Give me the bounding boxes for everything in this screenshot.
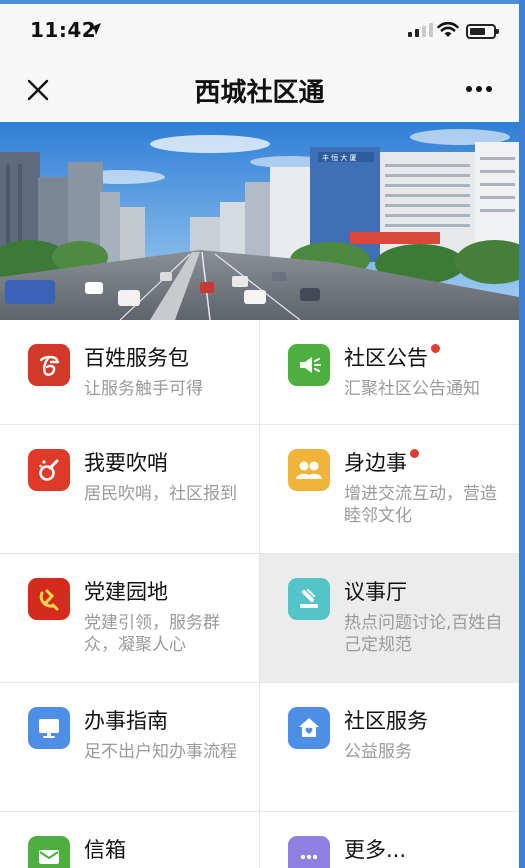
grid-item-title: 办事指南	[84, 709, 168, 733]
grid-item-title: 我要吹哨	[84, 451, 168, 475]
page-title: 西城社区通	[194, 78, 325, 108]
gavel-icon	[288, 578, 330, 620]
grid-item-desc: 热点问题讨论,百姓自己定规范	[344, 613, 503, 655]
grid-item-service-package[interactable]: 百姓服务包 让服务触手可得	[0, 320, 260, 425]
grid-item-community-service[interactable]: 社区服务 公益服务	[260, 683, 519, 812]
people-icon	[288, 449, 330, 491]
more-icon	[288, 836, 330, 868]
city-street-photo: 丰 恒 大 厦	[0, 122, 519, 320]
grid-item-desc: 足不出户知办事流程	[84, 742, 237, 762]
grid-item-title: 更多...	[344, 838, 407, 862]
service-package-icon	[28, 344, 70, 386]
grid-item-mailbox[interactable]: 信箱	[0, 812, 260, 868]
location-arrow-icon	[89, 23, 101, 35]
status-bar: 11:42	[0, 4, 519, 54]
monitor-icon	[28, 707, 70, 749]
megaphone-icon	[288, 344, 330, 386]
grid-item-more[interactable]: 更多...	[260, 812, 519, 868]
notification-badge	[431, 344, 440, 353]
grid-item-whistle[interactable]: 我要吹哨 居民吹哨，社区报到	[0, 425, 260, 554]
whistle-icon	[28, 449, 70, 491]
grid-item-desc: 居民吹哨，社区报到	[84, 484, 237, 504]
grid-item-title: 身边事	[344, 451, 407, 475]
notification-badge	[410, 449, 419, 458]
grid-item-desc: 增进交流互动，营造睦邻文化	[344, 484, 497, 526]
grid-item-title: 党建园地	[84, 580, 168, 604]
grid-item-title: 信箱	[84, 838, 126, 862]
battery-icon	[466, 24, 499, 39]
grid-item-title: 百姓服务包	[84, 346, 189, 370]
party-emblem-icon	[28, 578, 70, 620]
grid-item-party-building[interactable]: 党建园地 党建引领，服务群众，凝聚人心	[0, 554, 260, 683]
status-time: 11:42	[30, 18, 97, 42]
banner-image[interactable]: 丰 恒 大 厦	[0, 122, 519, 320]
grid-item-desc: 公益服务	[344, 742, 412, 762]
grid-item-desc: 汇聚社区公告通知	[344, 379, 480, 399]
grid-item-desc: 党建引领，服务群众，凝聚人心	[84, 613, 220, 655]
grid-item-title: 社区公告	[344, 346, 428, 370]
grid-item-title: 社区服务	[344, 709, 428, 733]
grid-item-nearby-events[interactable]: 身边事 增进交流互动，营造睦邻文化	[260, 425, 519, 554]
wifi-icon	[437, 21, 459, 37]
more-options-icon[interactable]	[466, 86, 492, 92]
navigation-bar: 西城社区通	[0, 54, 519, 122]
building-sign: 丰 恒 大 厦	[322, 153, 357, 162]
cellular-signal-icon	[408, 23, 433, 37]
mail-icon	[28, 836, 70, 868]
grid-item-service-guide[interactable]: 办事指南 足不出户知办事流程	[0, 683, 260, 812]
window-edge	[519, 0, 525, 868]
grid-item-community-notice[interactable]: 社区公告 汇聚社区公告通知	[260, 320, 519, 425]
grid-item-discussion-hall[interactable]: 议事厅 热点问题讨论,百姓自己定规范	[260, 554, 519, 683]
grid-item-title: 议事厅	[344, 580, 407, 604]
grid-item-desc: 让服务触手可得	[84, 379, 203, 399]
service-grid: 百姓服务包 让服务触手可得 社区公告 汇聚社区公告通知 我要吹哨 居民吹哨，社区…	[0, 320, 519, 868]
home-service-icon	[288, 707, 330, 749]
